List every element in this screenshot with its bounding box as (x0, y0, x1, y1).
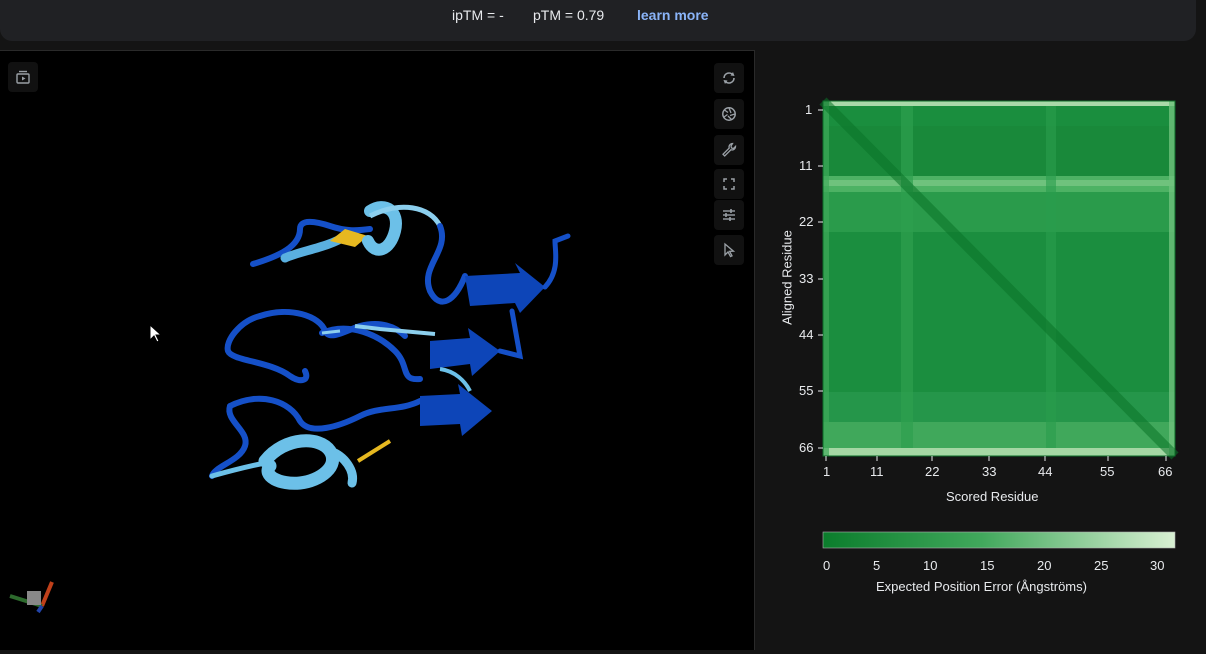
rotate-icon (723, 72, 735, 84)
mouse-cursor-icon (149, 324, 163, 343)
y-tick-label: 66 (799, 440, 814, 455)
y-tick-label: 22 (799, 214, 814, 229)
pointer-icon (724, 242, 736, 258)
colorbar-tick-label: 30 (1150, 558, 1165, 573)
screenshot-button[interactable] (714, 99, 744, 129)
settings-button[interactable] (714, 200, 744, 230)
y-tick-label: 33 (799, 271, 814, 286)
colorbar-label: Expected Position Error (Ångströms) (876, 579, 1087, 594)
sliders-icon (723, 209, 735, 221)
x-tick-label: 1 (823, 464, 831, 479)
x-tick-label: 22 (925, 464, 940, 479)
structure-viewer[interactable] (0, 50, 755, 650)
colorbar-tick-label: 20 (1037, 558, 1052, 573)
orientation-axes (9, 581, 54, 614)
pae-panel: 1 11 22 33 44 55 66 1 11 22 33 44 55 66 … (756, 50, 1206, 654)
x-axis-label: Scored Residue (946, 489, 1039, 504)
colorbar-tick-label: 0 (823, 558, 831, 573)
x-tick-label: 66 (1158, 464, 1173, 479)
protein-ribbon (209, 201, 571, 490)
y-tick-label: 44 (799, 327, 814, 342)
colorbar-tick-label: 5 (873, 558, 881, 573)
learn-more-link[interactable]: learn more (637, 7, 709, 23)
media-play-icon (16, 70, 30, 84)
x-tick-label: 44 (1038, 464, 1053, 479)
iptm-value: ipTM = - (452, 7, 504, 23)
select-mode-button[interactable] (714, 235, 744, 265)
wrench-icon (722, 142, 737, 157)
x-tick-label: 55 (1100, 464, 1115, 479)
media-play-button[interactable] (8, 62, 38, 92)
y-axis-label: Aligned Residue (779, 230, 795, 325)
x-tick-label: 11 (870, 464, 884, 479)
pae-heatmap (819, 97, 1179, 460)
colorbar-tick-label: 10 (923, 558, 938, 573)
pae-colorbar (822, 531, 1176, 549)
pae-y-tick-marks (818, 109, 823, 449)
tools-button[interactable] (714, 135, 744, 165)
y-tick-label: 55 (799, 383, 814, 398)
reset-rotation-button[interactable] (714, 63, 744, 93)
y-tick-label: 11 (799, 158, 813, 173)
confidence-bar: ipTM = - pTM = 0.79 learn more (0, 0, 1196, 41)
colorbar-tick-label: 25 (1094, 558, 1109, 573)
y-tick-label: 1 (805, 102, 813, 117)
pae-x-tick-marks (825, 456, 1167, 461)
fullscreen-icon (723, 178, 735, 190)
camera-shutter-icon (722, 107, 736, 121)
ptm-value: pTM = 0.79 (533, 7, 605, 23)
fullscreen-button[interactable] (714, 169, 744, 199)
colorbar-tick-label: 15 (980, 558, 995, 573)
x-tick-label: 33 (982, 464, 997, 479)
